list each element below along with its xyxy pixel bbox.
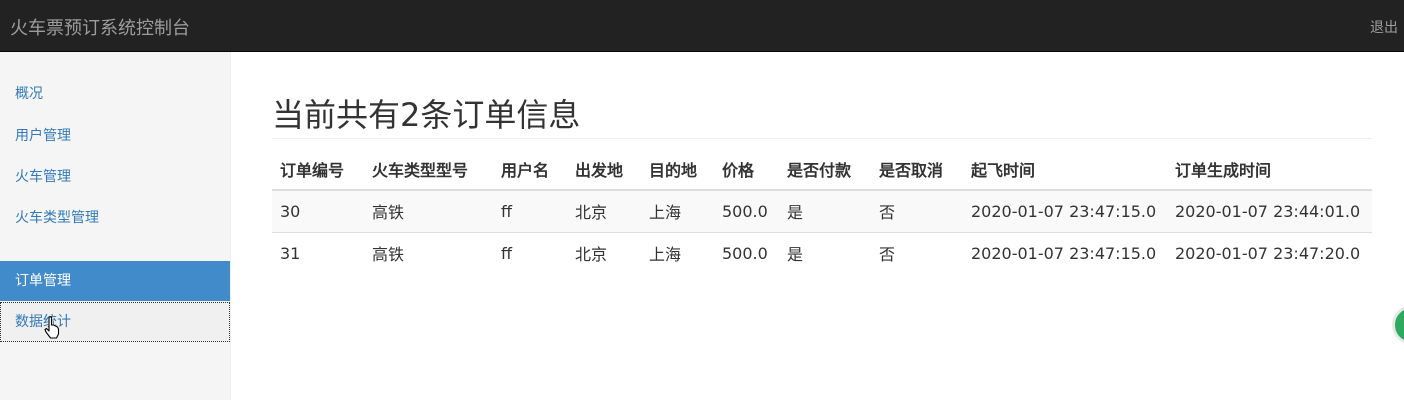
orders-table: 订单编号 火车类型型号 用户名 出发地 目的地 价格 是否付款 是否取消 起飞时…: [272, 148, 1372, 274]
cell-created-time: 2020-01-07 23:44:01.0: [1167, 189, 1372, 232]
cell-order-id: 30: [272, 189, 364, 232]
floating-widget-icon[interactable]: [1392, 305, 1404, 345]
cell-created-time: 2020-01-07 23:47:20.0: [1167, 231, 1372, 274]
page-title: 当前共有2条订单信息: [272, 96, 581, 134]
top-navbar: 火车票预订系统控制台 退出: [0, 0, 1404, 52]
column-header-cancelled: 是否取消: [871, 148, 963, 191]
cell-paid: 是: [779, 231, 871, 274]
table-row: 30 高铁 ff 北京 上海 500.0 是 否 2020-01-07 23:4…: [272, 189, 1372, 232]
cell-train-type: 高铁: [364, 189, 493, 232]
column-header-departure: 出发地: [567, 148, 641, 191]
cell-cancelled: 否: [871, 231, 963, 274]
cell-departure-time: 2020-01-07 23:47:15.0: [963, 231, 1167, 274]
sidebar-item-train-type-management[interactable]: 火车类型管理: [0, 198, 230, 238]
sidebar-item-statistics[interactable]: 数据统计: [0, 302, 230, 342]
table-row: 31 高铁 ff 北京 上海 500.0 是 否 2020-01-07 23:4…: [272, 231, 1372, 274]
sidebar-item-user-management[interactable]: 用户管理: [0, 116, 230, 156]
sidebar-item-overview[interactable]: 概况: [0, 74, 230, 114]
cell-departure: 北京: [567, 189, 641, 232]
sidebar-item-order-management[interactable]: 订单管理: [0, 261, 230, 301]
cell-price: 500.0: [714, 231, 779, 274]
cell-order-id: 31: [272, 231, 364, 274]
cell-destination: 上海: [641, 189, 714, 232]
cell-destination: 上海: [641, 231, 714, 274]
cell-username: ff: [493, 189, 567, 232]
app-brand[interactable]: 火车票预订系统控制台: [10, 14, 190, 40]
cell-departure-time: 2020-01-07 23:47:15.0: [963, 189, 1167, 232]
title-divider: [272, 138, 1372, 139]
sidebar: 概况 用户管理 火车管理 火车类型管理 订单管理 数据统计: [0, 52, 231, 400]
column-header-departure-time: 起飞时间: [963, 148, 1167, 191]
cell-username: ff: [493, 231, 567, 274]
cell-train-type: 高铁: [364, 231, 493, 274]
cell-departure: 北京: [567, 231, 641, 274]
column-header-price: 价格: [714, 148, 779, 191]
sidebar-item-train-management[interactable]: 火车管理: [0, 157, 230, 197]
logout-link[interactable]: 退出: [1370, 17, 1398, 37]
cell-price: 500.0: [714, 189, 779, 232]
column-header-order-id: 订单编号: [272, 148, 364, 191]
column-header-created-time: 订单生成时间: [1167, 148, 1372, 191]
column-header-destination: 目的地: [641, 148, 714, 191]
column-header-paid: 是否付款: [779, 148, 871, 191]
column-header-username: 用户名: [493, 148, 567, 191]
column-header-train-type: 火车类型型号: [364, 148, 493, 191]
cell-paid: 是: [779, 189, 871, 232]
mouse-cursor-icon: [44, 316, 60, 339]
table-header-row: 订单编号 火车类型型号 用户名 出发地 目的地 价格 是否付款 是否取消 起飞时…: [272, 148, 1372, 191]
cell-cancelled: 否: [871, 189, 963, 232]
